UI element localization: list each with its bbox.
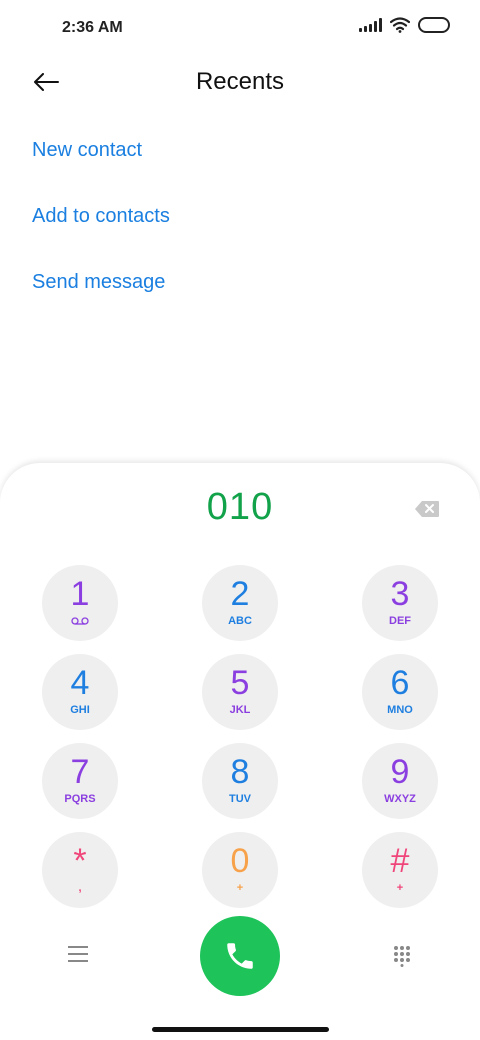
key-star[interactable]: * , bbox=[42, 832, 118, 908]
key-digit: 6 bbox=[390, 664, 410, 702]
header: Recents bbox=[0, 58, 480, 106]
key-digit: 8 bbox=[230, 753, 250, 791]
key-7[interactable]: 7 PQRS bbox=[42, 743, 118, 819]
hamburger-menu-icon[interactable] bbox=[68, 946, 88, 964]
send-message-link[interactable]: Send message bbox=[32, 262, 170, 328]
key-5[interactable]: 5 JKL bbox=[202, 654, 278, 730]
key-letters: PQRS bbox=[64, 793, 96, 805]
key-1[interactable]: 1 bbox=[42, 565, 118, 641]
key-digit: 5 bbox=[230, 664, 250, 702]
key-0[interactable]: 0 + bbox=[202, 832, 278, 908]
dialpad-icon[interactable] bbox=[393, 945, 411, 967]
status-time: 2:36 AM bbox=[62, 19, 123, 36]
key-letters: , bbox=[78, 882, 82, 894]
key-digit: 4 bbox=[70, 664, 90, 702]
key-digit: 1 bbox=[70, 575, 90, 613]
status-bar: 2:36 AM bbox=[0, 0, 480, 56]
key-digit: 2 bbox=[230, 575, 250, 613]
signal-icon bbox=[359, 18, 382, 32]
key-6[interactable]: 6 MNO bbox=[362, 654, 438, 730]
key-letters: WXYZ bbox=[384, 793, 416, 805]
key-letters: + bbox=[236, 882, 244, 894]
key-hash[interactable]: # + bbox=[362, 832, 438, 908]
key-8[interactable]: 8 TUV bbox=[202, 743, 278, 819]
key-4[interactable]: 4 GHI bbox=[42, 654, 118, 730]
key-digit: # bbox=[390, 842, 410, 880]
battery-icon bbox=[418, 17, 450, 33]
key-digit: 7 bbox=[70, 753, 90, 791]
home-indicator bbox=[152, 1027, 329, 1032]
action-menu: New contact Add to contacts Send message bbox=[32, 130, 170, 328]
key-2[interactable]: 2 ABC bbox=[202, 565, 278, 641]
add-to-contacts-link[interactable]: Add to contacts bbox=[32, 196, 170, 262]
key-letters: + bbox=[396, 882, 404, 894]
key-digit: * bbox=[73, 842, 87, 880]
dialed-number[interactable]: 010 bbox=[0, 486, 480, 529]
key-letters: ABC bbox=[228, 615, 252, 627]
key-letters: TUV bbox=[229, 793, 251, 805]
key-digit: 0 bbox=[230, 842, 250, 880]
backspace-icon[interactable] bbox=[414, 500, 440, 518]
key-3[interactable]: 3 DEF bbox=[362, 565, 438, 641]
key-letters: GHI bbox=[70, 704, 90, 716]
call-button[interactable] bbox=[200, 916, 280, 996]
phone-icon bbox=[227, 943, 253, 969]
key-digit: 9 bbox=[390, 753, 410, 791]
key-9[interactable]: 9 WXYZ bbox=[362, 743, 438, 819]
key-digit: 3 bbox=[390, 575, 410, 613]
key-letters: DEF bbox=[389, 615, 411, 627]
key-letters: JKL bbox=[229, 704, 251, 716]
voicemail-icon bbox=[71, 617, 89, 625]
page-title: Recents bbox=[195, 68, 285, 95]
status-icons bbox=[359, 17, 450, 33]
new-contact-link[interactable]: New contact bbox=[32, 130, 170, 196]
key-letters: MNO bbox=[387, 704, 413, 716]
wifi-icon bbox=[390, 17, 410, 33]
